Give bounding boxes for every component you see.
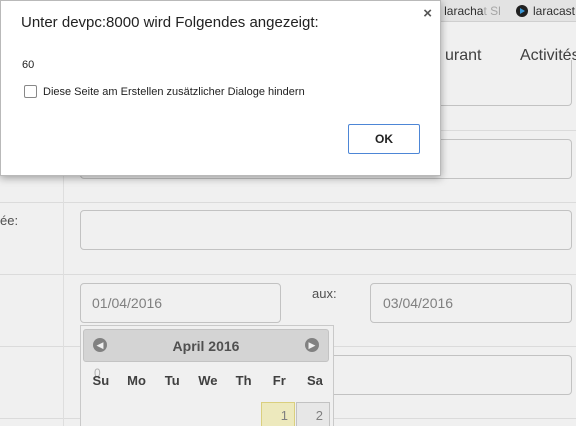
suppress-dialogs-label: Diese Seite am Erstellen zusätzlicher Di… (43, 85, 305, 98)
ok-button[interactable]: OK (348, 124, 420, 154)
dialog-title: Unter devpc:8000 wird Folgendes angezeig… (21, 14, 319, 31)
alert-dialog: × Unter devpc:8000 wird Folgendes angeze… (0, 0, 441, 176)
suppress-dialogs-option[interactable]: Diese Seite am Erstellen zusätzlicher Di… (24, 85, 305, 98)
close-icon[interactable]: × (423, 6, 432, 21)
suppress-dialogs-checkbox[interactable] (24, 85, 37, 98)
dialog-message: 60 (22, 59, 35, 71)
